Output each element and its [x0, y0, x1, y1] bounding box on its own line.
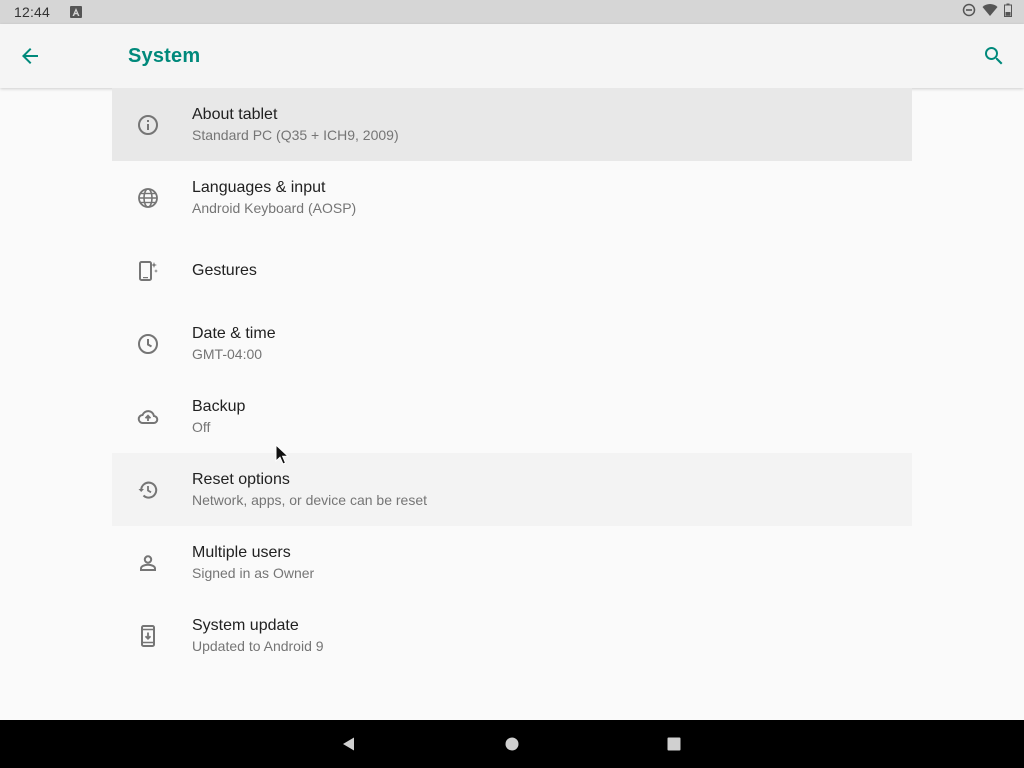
- setting-summary: Signed in as Owner: [192, 564, 315, 581]
- wifi-icon: [982, 3, 998, 22]
- notification-a-icon: [70, 6, 83, 18]
- setting-gestures[interactable]: Gestures: [112, 234, 912, 307]
- status-time: 12:44: [14, 4, 51, 20]
- search-button[interactable]: [976, 38, 1012, 74]
- gestures-phone-icon: [136, 259, 160, 283]
- nav-back-button[interactable]: [337, 732, 361, 756]
- settings-list: About tablet Standard PC (Q35 + ICH9, 20…: [112, 88, 912, 672]
- setting-title: Reset options: [192, 470, 290, 488]
- setting-about-tablet[interactable]: About tablet Standard PC (Q35 + ICH9, 20…: [112, 88, 912, 161]
- setting-reset-options[interactable]: Reset options Network, apps, or device c…: [112, 453, 912, 526]
- history-icon: [136, 478, 160, 502]
- clock-icon: [136, 332, 160, 356]
- arrow-back-icon: [22, 48, 38, 64]
- system-update-icon: [136, 624, 160, 648]
- nav-recents-button[interactable]: [662, 732, 686, 756]
- setting-system-update[interactable]: System update Updated to Android 9: [112, 599, 912, 672]
- setting-title: Date & time: [192, 324, 276, 342]
- back-triangle-icon: [343, 737, 354, 751]
- setting-title: System update: [192, 616, 299, 634]
- globe-icon: [136, 186, 160, 210]
- setting-title: Languages & input: [192, 178, 326, 196]
- mouse-cursor-icon: [275, 444, 290, 465]
- setting-backup[interactable]: Backup Off: [112, 380, 912, 453]
- dnd-icon: [962, 3, 976, 22]
- setting-summary: Off: [192, 418, 211, 435]
- search-icon: [985, 47, 1003, 65]
- navigation-bar: [0, 720, 1024, 768]
- setting-languages-input[interactable]: Languages & input Android Keyboard (AOSP…: [112, 161, 912, 234]
- setting-title: Gestures: [192, 261, 257, 279]
- setting-summary: Android Keyboard (AOSP): [192, 199, 357, 216]
- setting-title: About tablet: [192, 105, 278, 123]
- nav-home-button[interactable]: [500, 732, 524, 756]
- person-icon: [136, 551, 160, 575]
- page-title: System: [128, 45, 201, 67]
- setting-summary: Network, apps, or device can be reset: [192, 491, 428, 508]
- setting-title: Multiple users: [192, 543, 291, 561]
- setting-summary: Standard PC (Q35 + ICH9, 2009): [192, 126, 399, 143]
- back-button[interactable]: [12, 38, 48, 74]
- setting-title: Backup: [192, 397, 246, 415]
- app-bar: System: [0, 24, 1024, 88]
- info-icon: [136, 113, 160, 137]
- setting-date-time[interactable]: Date & time GMT-04:00: [112, 307, 912, 380]
- setting-multiple-users[interactable]: Multiple users Signed in as Owner: [112, 526, 912, 599]
- recents-square-icon: [667, 737, 681, 751]
- setting-summary: Updated to Android 9: [192, 637, 324, 654]
- status-icons: [962, 3, 1012, 22]
- home-circle-icon: [505, 737, 519, 751]
- setting-summary: GMT-04:00: [192, 345, 263, 362]
- status-bar: 12:44: [0, 0, 1024, 24]
- battery-icon: [1004, 3, 1012, 22]
- cloud-upload-icon: [136, 405, 160, 429]
